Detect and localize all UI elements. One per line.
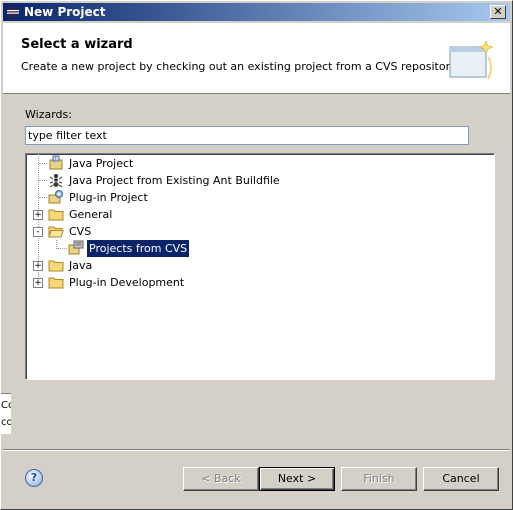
tree-item-label: Java Project from Existing Ant Buildfile [69, 174, 280, 187]
folder-open-icon [48, 226, 64, 238]
cancel-button[interactable]: Cancel [423, 467, 499, 491]
folder-icon [48, 277, 64, 289]
background-text: co [1, 417, 11, 428]
tree-item-label: Java Project [69, 157, 134, 170]
banner-description: Create a new project by checking out an … [21, 60, 459, 73]
expand-toggle[interactable]: + [33, 278, 43, 288]
help-icon: ? [30, 471, 38, 484]
tree-item-java-project[interactable]: J Java Project [26, 155, 492, 172]
next-button[interactable]: Next > [259, 467, 335, 491]
tree-item-projects-from-cvs[interactable]: Projects from CVS [26, 240, 492, 257]
tree-item-cvs[interactable]: - CVS [26, 223, 492, 240]
wizard-banner-icon [449, 40, 494, 80]
finish-button[interactable]: Finish [341, 467, 417, 491]
new-project-dialog: New Project ✕ Select a wizard Create a n… [0, 0, 513, 510]
wizard-banner: Select a wizard Create a new project by … [3, 23, 510, 94]
back-button[interactable]: < Back [183, 467, 259, 491]
java-project-icon: J [49, 155, 63, 170]
tree-item-label: Java [69, 259, 93, 272]
close-icon: ✕ [493, 5, 503, 18]
tree-item-label: Plug-in Project [69, 191, 148, 204]
title-bar[interactable]: New Project ✕ [3, 3, 510, 21]
background-text: Co [1, 400, 11, 411]
help-button[interactable]: ? [25, 469, 43, 487]
plugin-project-icon [48, 190, 63, 204]
tree-item-plugin-project[interactable]: Plug-in Project [26, 189, 492, 206]
wizard-tree[interactable]: J Java Project Java Project from Existin… [25, 153, 495, 380]
tree-item-java[interactable]: + Java [26, 257, 492, 274]
expand-toggle[interactable]: + [33, 210, 43, 220]
banner-title: Select a wizard [21, 37, 133, 52]
tree-item-ant-buildfile[interactable]: Java Project from Existing Ant Buildfile [26, 172, 492, 189]
cvs-icon [68, 240, 84, 255]
tree-item-general[interactable]: + General [26, 206, 492, 223]
background-window-fragment: Co co [1, 393, 11, 434]
expand-toggle[interactable]: + [33, 261, 43, 271]
folder-icon [48, 260, 64, 272]
wizards-label: Wizards: [25, 108, 72, 121]
close-button[interactable]: ✕ [490, 5, 506, 19]
tree-item-label: General [69, 208, 113, 221]
collapse-toggle[interactable]: - [33, 227, 43, 237]
filter-input[interactable] [25, 126, 469, 145]
button-bar-separator [3, 449, 510, 451]
tree-item-label: Projects from CVS [87, 240, 190, 257]
tree-item-label: CVS [69, 225, 92, 238]
ant-icon [49, 174, 63, 188]
window-title: New Project [24, 5, 106, 19]
svg-text:J: J [54, 157, 56, 163]
tree-item-plugin-development[interactable]: + Plug-in Development [26, 274, 492, 291]
folder-icon [48, 209, 64, 221]
tree-item-label: Plug-in Development [69, 276, 185, 289]
eclipse-icon [7, 6, 19, 18]
